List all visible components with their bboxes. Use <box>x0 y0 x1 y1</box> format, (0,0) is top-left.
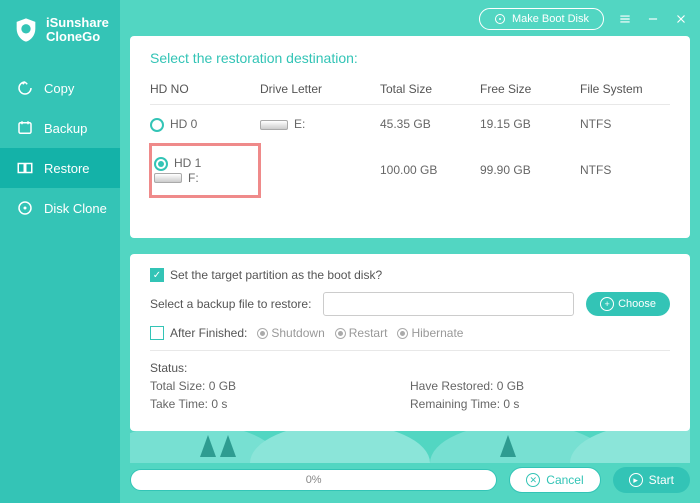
copy-icon <box>16 79 34 97</box>
status-remaining: Remaining Time: 0 s <box>410 397 670 411</box>
cell-free: 19.15 GB <box>480 105 580 144</box>
col-hdno: HD NO <box>150 74 260 105</box>
play-icon: ▸ <box>629 473 643 487</box>
radio-restart[interactable] <box>335 328 346 339</box>
panel-title: Select the restoration destination: <box>150 50 670 66</box>
boot-question: Set the target partition as the boot dis… <box>170 268 382 282</box>
col-total: Total Size <box>380 74 480 105</box>
shield-icon <box>12 16 40 44</box>
sidebar-item-restore[interactable]: Restore <box>0 148 120 188</box>
brand-line2: CloneGo <box>46 30 109 44</box>
progress-bar: 0% <box>130 469 497 491</box>
status-taketime: Take Time: 0 s <box>150 397 410 411</box>
select-backup-label: Select a backup file to restore: <box>150 297 311 311</box>
cell-total: 100.00 GB <box>380 144 480 197</box>
hibernate-label: Hibernate <box>411 326 463 340</box>
cell-fs: NTFS <box>580 105 670 144</box>
app-logo: iSunshareCloneGo <box>0 0 120 60</box>
nav-label: Restore <box>44 161 90 176</box>
options-panel: Set the target partition as the boot dis… <box>130 254 690 431</box>
radio-shutdown[interactable] <box>257 328 268 339</box>
col-letter: Drive Letter <box>260 74 380 105</box>
brand-line1: iSunshare <box>46 16 109 30</box>
progress-text: 0% <box>306 474 322 486</box>
cell-hd: HD 0 <box>170 117 197 131</box>
titlebar: Make Boot Disk <box>479 8 688 30</box>
nav-label: Copy <box>44 81 74 96</box>
destination-panel: Select the restoration destination: HD N… <box>130 36 690 238</box>
backup-file-input[interactable] <box>323 292 574 316</box>
cancel-button[interactable]: ✕ Cancel <box>509 467 600 493</box>
cell-total: 45.35 GB <box>380 105 480 144</box>
menu-button[interactable] <box>618 12 632 26</box>
table-row[interactable]: HD 0 E: 45.35 GB 19.15 GB NTFS <box>150 105 670 144</box>
status-restored: Have Restored: 0 GB <box>410 379 670 393</box>
radio-unchecked[interactable] <box>150 118 164 132</box>
destination-table: HD NO Drive Letter Total Size Free Size … <box>150 74 670 197</box>
shutdown-label: Shutdown <box>271 326 324 340</box>
cell-letter: E: <box>294 117 305 131</box>
disc-icon <box>494 13 506 25</box>
choose-button[interactable]: + Choose <box>586 292 670 316</box>
col-free: Free Size <box>480 74 580 105</box>
minimize-icon <box>646 12 660 26</box>
footer: 0% ✕ Cancel ▸ Start <box>130 467 690 493</box>
nav-label: Backup <box>44 121 87 136</box>
start-button[interactable]: ▸ Start <box>613 467 690 493</box>
backup-icon <box>16 119 34 137</box>
nav: Copy Backup Restore Disk Clone <box>0 68 120 228</box>
cancel-icon: ✕ <box>526 473 540 487</box>
cell-fs: NTFS <box>580 144 670 197</box>
drive-icon <box>154 173 182 183</box>
sidebar-item-backup[interactable]: Backup <box>0 108 120 148</box>
close-button[interactable] <box>674 12 688 26</box>
table-row[interactable]: HD 1 F: 100.00 GB 99.90 GB NTFS <box>150 144 670 197</box>
minimize-button[interactable] <box>646 12 660 26</box>
col-fs: File System <box>580 74 670 105</box>
sidebar: iSunshareCloneGo Copy Backup Restore Dis… <box>0 0 120 503</box>
menu-icon <box>618 12 632 26</box>
main: Select the restoration destination: HD N… <box>130 36 690 447</box>
plus-icon: + <box>600 297 614 311</box>
boot-label: Make Boot Disk <box>512 13 589 25</box>
sidebar-item-diskclone[interactable]: Disk Clone <box>0 188 120 228</box>
boot-checkbox[interactable] <box>150 268 164 282</box>
cell-free: 99.90 GB <box>480 144 580 197</box>
after-finished-checkbox[interactable] <box>150 326 164 340</box>
cell-hd: HD 1 <box>174 156 201 170</box>
nav-label: Disk Clone <box>44 201 107 216</box>
divider <box>150 350 670 351</box>
sidebar-item-copy[interactable]: Copy <box>0 68 120 108</box>
status-total: Total Size: 0 GB <box>150 379 410 393</box>
radio-hibernate[interactable] <box>397 328 408 339</box>
radio-checked[interactable] <box>154 157 168 171</box>
cell-letter: F: <box>188 171 199 185</box>
restart-label: Restart <box>349 326 388 340</box>
drive-icon <box>260 120 288 130</box>
choose-label: Choose <box>618 298 656 310</box>
after-finished-label: After Finished: <box>170 326 247 340</box>
cancel-label: Cancel <box>546 473 583 487</box>
restore-icon <box>16 159 34 177</box>
close-icon <box>674 12 688 26</box>
start-label: Start <box>649 473 674 487</box>
status-label: Status: <box>150 361 670 375</box>
make-boot-disk-button[interactable]: Make Boot Disk <box>479 8 604 30</box>
diskclone-icon <box>16 199 34 217</box>
